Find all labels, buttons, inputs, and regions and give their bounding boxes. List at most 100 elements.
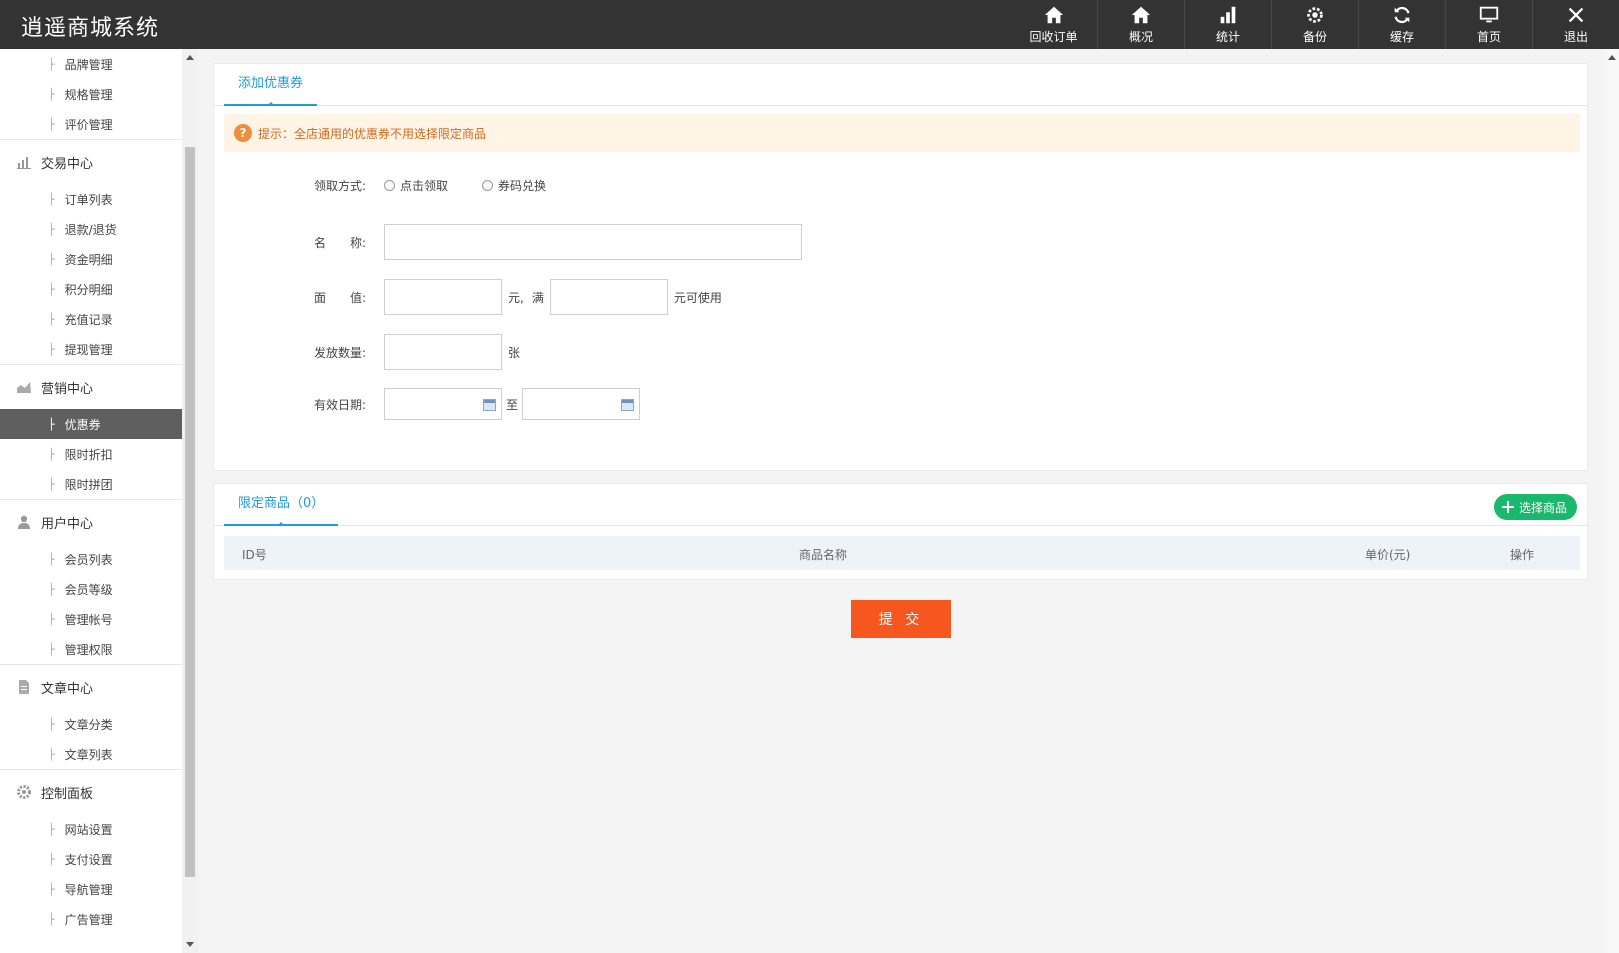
radio-circle[interactable] (482, 180, 494, 191)
coupon-form-panel: 添加优惠券 ? 提示：全店通用的优惠券不用选择限定商品 领取方式: 点击领取 券… (213, 63, 1588, 471)
sidebar-item-article-category[interactable]: 文章分类 (0, 709, 182, 739)
calendar-icon[interactable] (621, 399, 635, 411)
close-icon (1568, 7, 1584, 23)
sidebar-item-members[interactable]: 会员列表 (0, 544, 182, 574)
tip-text: 提示：全店通用的优惠券不用选择限定商品 (258, 126, 487, 141)
nav-cache[interactable]: 缓存 (1358, 0, 1445, 49)
sidebar-item-group-buy[interactable]: 限时拼团 (0, 469, 182, 499)
sidebar-scrollbar[interactable] (182, 49, 198, 953)
name-input[interactable] (384, 224, 802, 260)
sidebar-item-member-level[interactable]: 会员等级 (0, 574, 182, 604)
radio-code-redeem[interactable]: 券码兑换 (482, 177, 546, 194)
top-bar: 逍遥商城系统 回收订单 概况 统计 备份 缓存 首页 退出 (0, 0, 1619, 49)
select-goods-button[interactable]: 选择商品 (1493, 494, 1577, 520)
man-label: 满 (531, 290, 544, 305)
col-name: 商品名称 (799, 548, 848, 562)
col-price: 单价(元) (1365, 548, 1411, 562)
submit-button[interactable]: 提 交 (851, 600, 951, 638)
date-label: 有效日期: (314, 397, 367, 412)
unit-use: 元可使用 (673, 290, 722, 305)
unit-yuan: 元, (508, 290, 524, 305)
unit-zhang: 张 (508, 345, 521, 360)
sidebar-item-brand[interactable]: 品牌管理 (0, 49, 182, 79)
calendar-icon[interactable] (483, 399, 496, 411)
sidebar-item-article-list[interactable]: 文章列表 (0, 739, 182, 769)
sidebar-item-payment-settings[interactable]: 支付设置 (0, 844, 182, 874)
nav-backup[interactable]: 备份 (1271, 0, 1358, 49)
page-scrollbar[interactable] (1605, 49, 1619, 953)
sidebar-group-goods: 品牌管理 规格管理 评价管理 (0, 49, 182, 140)
sidebar-item-spec[interactable]: 规格管理 (0, 79, 182, 109)
name-row: 名 称: (314, 224, 802, 260)
app-title: 逍遥商城系统 (21, 16, 160, 41)
count-label: 发放数量: (314, 345, 367, 360)
sidebar-group-title[interactable]: 文章中心 (0, 665, 182, 709)
sidebar-group-title[interactable]: 营销中心 (0, 365, 182, 409)
gear-icon (1307, 7, 1323, 23)
sidebar-item-nav-manage[interactable]: 导航管理 (0, 874, 182, 904)
form-tabbar: 添加优惠券 (214, 64, 1587, 106)
value-row: 面 值: 元, 满 元可使用 (314, 279, 728, 315)
tab-add-coupon[interactable]: 添加优惠券 (224, 64, 318, 106)
receive-method-row: 领取方式: 点击领取 券码兑换 (314, 177, 580, 194)
sidebar-group-trade: 交易中心 订单列表 退款/退货 资金明细 积分明细 充值记录 提现管理 (0, 140, 182, 365)
top-nav: 回收订单 概况 统计 备份 缓存 首页 退出 (1010, 0, 1619, 49)
goods-tabbar: 限定商品（0） 选择商品 (214, 484, 1587, 526)
sidebar-item-refund[interactable]: 退款/退货 (0, 214, 182, 244)
sidebar: 品牌管理 规格管理 评价管理 交易中心 订单列表 退款/退货 资金明细 积分明细… (0, 49, 182, 953)
threshold-input[interactable] (549, 279, 668, 315)
tip-banner: ? 提示：全店通用的优惠券不用选择限定商品 (224, 114, 1580, 152)
col-id: ID号 (242, 548, 267, 562)
date-row: 有效日期: 至 (314, 388, 641, 420)
gear-icon (17, 785, 31, 799)
document-icon (19, 680, 29, 694)
nav-statistics[interactable]: 统计 (1184, 0, 1271, 49)
count-input[interactable] (384, 334, 502, 370)
col-action: 操作 (1510, 548, 1535, 562)
refresh-icon (1394, 6, 1410, 24)
count-row: 发放数量: 张 (314, 334, 526, 370)
sidebar-item-orders[interactable]: 订单列表 (0, 184, 182, 214)
scroll-down-icon[interactable] (186, 942, 194, 947)
sidebar-group-control: 控制面板 网站设置 支付设置 导航管理 广告管理 (0, 770, 182, 934)
value-input[interactable] (384, 279, 502, 315)
radio-click-receive[interactable]: 点击领取 (384, 177, 448, 194)
scroll-thumb[interactable] (185, 147, 195, 877)
sidebar-group-title[interactable]: 控制面板 (0, 770, 182, 814)
start-date-input[interactable] (384, 388, 502, 420)
sidebar-item-funds[interactable]: 资金明细 (0, 244, 182, 274)
nav-home[interactable]: 首页 (1445, 0, 1532, 49)
receive-method-label: 领取方式: (314, 179, 367, 193)
goods-table-header: ID号 商品名称 单价(元) 操作 (224, 536, 1580, 570)
sidebar-item-coupon[interactable]: 优惠券 (0, 409, 182, 439)
radio-circle[interactable] (384, 180, 395, 191)
sidebar-group-marketing: 营销中心 优惠券 限时折扣 限时拼团 (0, 365, 182, 500)
date-to: 至 (506, 397, 519, 412)
sidebar-item-admin-accounts[interactable]: 管理帐号 (0, 604, 182, 634)
scroll-up-icon[interactable] (1608, 55, 1616, 60)
question-icon: ? (234, 124, 252, 142)
name-label: 名 称: (314, 235, 367, 250)
sidebar-item-site-settings[interactable]: 网站设置 (0, 814, 182, 844)
sidebar-item-ads-manage[interactable]: 广告管理 (0, 904, 182, 934)
nav-recycle-orders[interactable]: 回收订单 (1010, 0, 1097, 49)
sidebar-item-permissions[interactable]: 管理权限 (0, 634, 182, 664)
user-icon (18, 515, 30, 529)
sidebar-item-recharge[interactable]: 充值记录 (0, 304, 182, 334)
end-date-input[interactable] (522, 388, 641, 420)
nav-logout[interactable]: 退出 (1532, 0, 1619, 49)
area-chart-icon (17, 382, 31, 393)
home-icon (1131, 6, 1151, 24)
sidebar-item-review[interactable]: 评价管理 (0, 109, 182, 139)
tab-limited-goods[interactable]: 限定商品（0） (224, 484, 339, 526)
sidebar-item-withdraw[interactable]: 提现管理 (0, 334, 182, 364)
home-icon (1044, 6, 1063, 24)
sidebar-item-flash-discount[interactable]: 限时折扣 (0, 439, 182, 469)
nav-overview[interactable]: 概况 (1097, 0, 1184, 49)
sidebar-group-article: 文章中心 文章分类 文章列表 (0, 665, 182, 770)
sidebar-group-title[interactable]: 用户中心 (0, 500, 182, 544)
scroll-up-icon[interactable] (186, 55, 194, 60)
sidebar-group-title[interactable]: 交易中心 (0, 140, 182, 184)
plus-icon (1501, 501, 1514, 513)
sidebar-item-points[interactable]: 积分明细 (0, 274, 182, 304)
